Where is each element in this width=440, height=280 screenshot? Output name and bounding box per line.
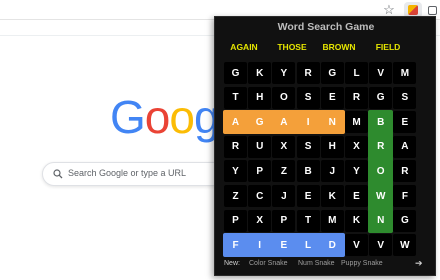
word-item: BROWN — [322, 42, 356, 52]
grid-cell[interactable]: O — [272, 86, 296, 109]
grid-cell[interactable]: T — [224, 86, 247, 109]
grid-cell[interactable]: V — [345, 234, 368, 257]
new-game-label: New: — [224, 260, 240, 267]
grid-cell[interactable]: B — [369, 111, 392, 133]
grid-cell[interactable]: K — [320, 185, 344, 207]
grid-cell[interactable]: X — [248, 209, 272, 232]
grid-cell[interactable]: J — [320, 160, 344, 183]
grid-cell[interactable]: E — [296, 185, 320, 207]
browser-window: ☆ Goog Search Google or type a URL Word … — [0, 0, 440, 280]
new-game-option[interactable]: Num Snake — [298, 260, 335, 267]
next-arrow-icon[interactable]: ➔ — [415, 258, 423, 269]
grid-cell[interactable]: K — [345, 209, 368, 232]
grid-cell[interactable]: A — [224, 111, 247, 133]
grid-cell[interactable]: M — [393, 62, 417, 84]
grid-cell[interactable]: B — [296, 160, 320, 183]
grid-cell[interactable]: P — [248, 160, 272, 183]
google-logo-letter: o — [144, 91, 171, 143]
popup-title: Word Search Game — [277, 21, 375, 33]
grid-cell[interactable]: R — [224, 135, 247, 158]
grid-cell[interactable]: W — [369, 185, 392, 207]
grid-cell[interactable]: P — [272, 209, 296, 232]
grid-cell[interactable]: G — [320, 62, 344, 84]
word-list: AGAIN THOSE BROWN FIELD — [215, 42, 437, 56]
grid-cell[interactable]: E — [272, 234, 295, 256]
grid-cell[interactable]: N — [369, 210, 392, 232]
grid-cell[interactable]: U — [248, 135, 272, 158]
grid-cell[interactable]: L — [345, 62, 368, 84]
grid-cell[interactable]: P — [224, 209, 247, 232]
grid-cell[interactable]: V — [369, 234, 393, 257]
grid-cell[interactable]: S — [296, 135, 320, 158]
grid-cell[interactable]: G — [369, 86, 393, 109]
grid-cell[interactable]: O — [369, 160, 392, 182]
grid-cell[interactable]: Z — [224, 185, 247, 207]
grid-cell[interactable]: Z — [272, 160, 296, 183]
word-item: AGAIN — [230, 42, 258, 52]
new-game-option[interactable]: Color Snake — [249, 260, 288, 267]
grid-cell[interactable]: H — [320, 135, 344, 158]
grid-cell[interactable]: R — [369, 136, 392, 158]
grid-cell[interactable]: E — [320, 86, 344, 109]
grid-cell[interactable]: C — [248, 185, 272, 207]
grid-cell[interactable]: F — [393, 185, 417, 207]
grid-cell[interactable]: E — [393, 111, 417, 134]
word-item: FIELD — [375, 42, 401, 52]
grid-cell[interactable]: G — [248, 111, 271, 133]
grid-cell[interactable]: S — [296, 86, 320, 109]
grid-cell[interactable]: H — [248, 86, 272, 109]
google-logo-letter: o — [169, 91, 195, 143]
grid-cell[interactable]: I — [297, 111, 320, 133]
word-search-popup: Word Search Game AGAIN THOSE BROWN FIELD… — [214, 16, 436, 276]
grid-cell[interactable]: R — [296, 62, 320, 84]
grid-cell[interactable]: M — [320, 209, 344, 232]
grid-cell[interactable]: R — [345, 86, 368, 109]
extension-glyph — [408, 5, 418, 15]
grid-cell[interactable]: Y — [345, 160, 368, 183]
grid-cell[interactable]: G — [224, 62, 247, 84]
popup-footer: New: Color Snake Num Snake Puppy Snake ➔ — [215, 258, 437, 276]
grid-cell[interactable]: M — [345, 111, 368, 134]
grid-cell[interactable]: R — [393, 160, 417, 183]
grid-cell[interactable]: I — [248, 234, 271, 256]
grid-cell[interactable]: T — [296, 209, 320, 232]
grid-cell[interactable]: S — [393, 86, 417, 109]
grid-cell[interactable]: Y — [224, 160, 247, 183]
grid-cell[interactable]: A — [272, 111, 295, 133]
grid-cell[interactable]: G — [393, 209, 417, 232]
grid-cell[interactable]: K — [248, 62, 272, 84]
grid-cell[interactable]: V — [369, 62, 393, 84]
google-logo-letter: G — [110, 91, 146, 143]
word-item: THOSE — [277, 42, 307, 52]
grid-cell[interactable]: X — [345, 135, 368, 158]
google-logo: Goog — [110, 91, 220, 143]
grid-cell[interactable]: X — [272, 135, 296, 158]
grid-cell[interactable]: N — [321, 111, 344, 133]
grid-cell[interactable]: E — [345, 185, 368, 207]
grid-cell[interactable]: W — [393, 234, 417, 257]
google-search-box[interactable]: Search Google or type a URL — [42, 162, 242, 186]
search-icon — [53, 169, 63, 179]
grid-cell[interactable]: F — [224, 234, 247, 256]
puzzle-shape — [427, 5, 437, 15]
grid-cell[interactable]: L — [297, 234, 320, 256]
grid-cell[interactable]: A — [393, 135, 417, 158]
grid-cell[interactable]: Y — [272, 62, 296, 84]
search-placeholder: Search Google or type a URL — [68, 168, 187, 178]
grid-cell[interactable]: J — [272, 185, 296, 207]
grid-cell[interactable]: D — [321, 234, 344, 256]
new-game-option[interactable]: Puppy Snake — [341, 260, 383, 267]
